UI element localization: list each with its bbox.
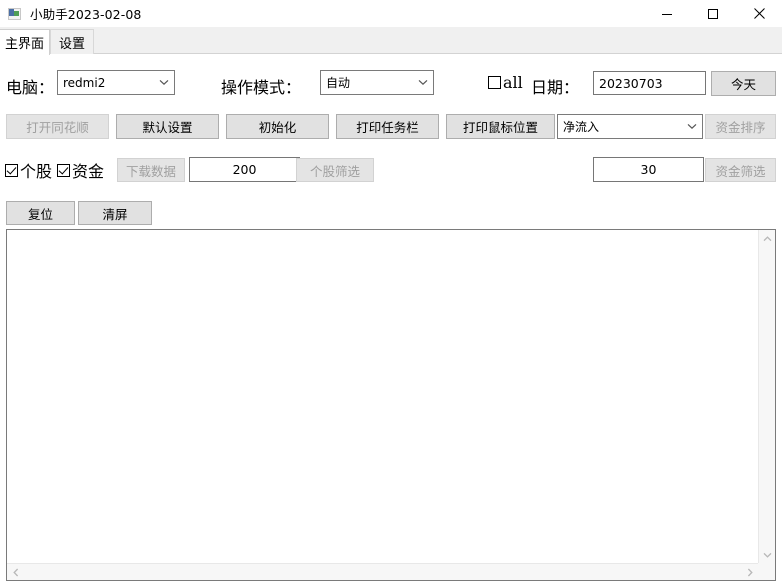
- default-settings-button[interactable]: 默认设置: [116, 114, 219, 139]
- minimize-button[interactable]: [644, 0, 690, 27]
- chevron-left-icon: [12, 568, 18, 576]
- download-data-button[interactable]: 下载数据: [117, 158, 185, 182]
- all-checkbox[interactable]: all: [488, 73, 523, 92]
- today-button-label: 今天: [730, 77, 756, 92]
- computer-label: 电脑：: [6, 78, 55, 97]
- print-mouse-position-button[interactable]: 打印鼠标位置: [446, 114, 555, 139]
- scrollbar-corner: [758, 563, 775, 580]
- clear-screen-button[interactable]: 清屏: [78, 201, 152, 225]
- scroll-up-button[interactable]: [759, 230, 775, 247]
- stock-filter-button-label: 个股筛选: [309, 163, 360, 179]
- fund-sort-button-label: 资金排序: [715, 120, 766, 135]
- tab-strip: 主界面 设置: [0, 27, 782, 55]
- computer-select[interactable]: redmi2: [57, 70, 175, 95]
- print-taskbar-button[interactable]: 打印任务栏: [336, 114, 439, 139]
- title-bar: 小助手2023-02-08: [0, 0, 782, 27]
- stock-checkbox-box: [5, 163, 18, 177]
- open-ths-button-label: 打开同花顺: [26, 120, 89, 135]
- initialize-button[interactable]: 初始化: [226, 114, 329, 139]
- print-taskbar-button-label: 打印任务栏: [356, 120, 419, 135]
- computer-select-value: redmi2: [63, 75, 106, 90]
- close-button[interactable]: [736, 0, 782, 27]
- output-log-text[interactable]: [7, 230, 758, 563]
- output-log-area[interactable]: [6, 229, 776, 581]
- client-area: 电脑： redmi2 操作模式： 自动 all 日期： 20230703 今天: [0, 54, 782, 587]
- fund-checkbox-label: 资金: [72, 162, 105, 181]
- window-title: 小助手2023-02-08: [30, 7, 142, 22]
- clear-screen-button-label: 清屏: [102, 206, 128, 222]
- horizontal-scrollbar[interactable]: [7, 563, 758, 580]
- fund-amount-input-value: 30: [640, 162, 657, 177]
- scroll-right-button[interactable]: [741, 564, 758, 580]
- reset-button[interactable]: 复位: [6, 201, 75, 225]
- fund-sort-button[interactable]: 资金排序: [705, 114, 776, 139]
- fund-checkbox[interactable]: 资金: [57, 158, 104, 182]
- app-icon: [7, 6, 23, 22]
- maximize-icon: [708, 8, 718, 19]
- fund-checkbox-box: [57, 163, 70, 177]
- date-input-value: 20230703: [599, 75, 663, 91]
- mode-select[interactable]: 自动: [320, 70, 434, 95]
- chevron-down-icon: [413, 79, 433, 86]
- scroll-left-button[interactable]: [7, 564, 24, 580]
- stock-checkbox-label: 个股: [20, 162, 53, 181]
- date-input[interactable]: 20230703: [593, 71, 706, 95]
- tab-settings[interactable]: 设置: [50, 29, 94, 54]
- fund-filter-button[interactable]: 资金筛选: [705, 158, 776, 182]
- fund-filter-button-label: 资金筛选: [715, 163, 766, 179]
- flow-type-select[interactable]: 净流入: [557, 114, 703, 139]
- mode-select-value: 自动: [326, 76, 351, 90]
- default-settings-button-label: 默认设置: [142, 120, 193, 135]
- minimize-icon: [662, 13, 672, 15]
- flow-type-select-value: 净流入: [563, 120, 600, 134]
- stock-count-input-value: 200: [232, 162, 257, 177]
- scroll-down-button[interactable]: [759, 546, 775, 563]
- all-checkbox-label: all: [503, 73, 523, 92]
- stock-checkbox[interactable]: 个股: [5, 158, 52, 182]
- chevron-down-icon: [682, 123, 702, 130]
- reset-button-label: 复位: [27, 206, 53, 222]
- date-label: 日期：: [531, 78, 580, 97]
- close-icon: [753, 8, 765, 19]
- today-button[interactable]: 今天: [711, 71, 776, 96]
- print-mouse-position-button-label: 打印鼠标位置: [462, 120, 538, 135]
- chevron-right-icon: [747, 568, 753, 576]
- download-data-button-label: 下载数据: [125, 163, 176, 179]
- tab-settings-label: 设置: [58, 36, 85, 52]
- application-window: 小助手2023-02-08 主界面 设置 电脑： redmi2 操作模式： 自动…: [0, 0, 782, 587]
- stock-count-input[interactable]: 200: [189, 157, 300, 182]
- chevron-down-icon: [763, 552, 771, 558]
- chevron-up-icon: [763, 235, 771, 241]
- fund-amount-input[interactable]: 30: [593, 157, 704, 182]
- chevron-down-icon: [154, 79, 174, 86]
- window-controls: [644, 0, 782, 27]
- vertical-scrollbar[interactable]: [758, 230, 775, 563]
- initialize-button-label: 初始化: [258, 120, 297, 135]
- tab-main-interface[interactable]: 主界面: [0, 29, 50, 55]
- open-ths-button[interactable]: 打开同花顺: [6, 114, 109, 139]
- mode-label: 操作模式：: [221, 78, 302, 97]
- stock-filter-button[interactable]: 个股筛选: [296, 158, 374, 182]
- tab-main-interface-label: 主界面: [4, 37, 44, 52]
- all-checkbox-box: [488, 76, 501, 89]
- maximize-button[interactable]: [690, 0, 736, 27]
